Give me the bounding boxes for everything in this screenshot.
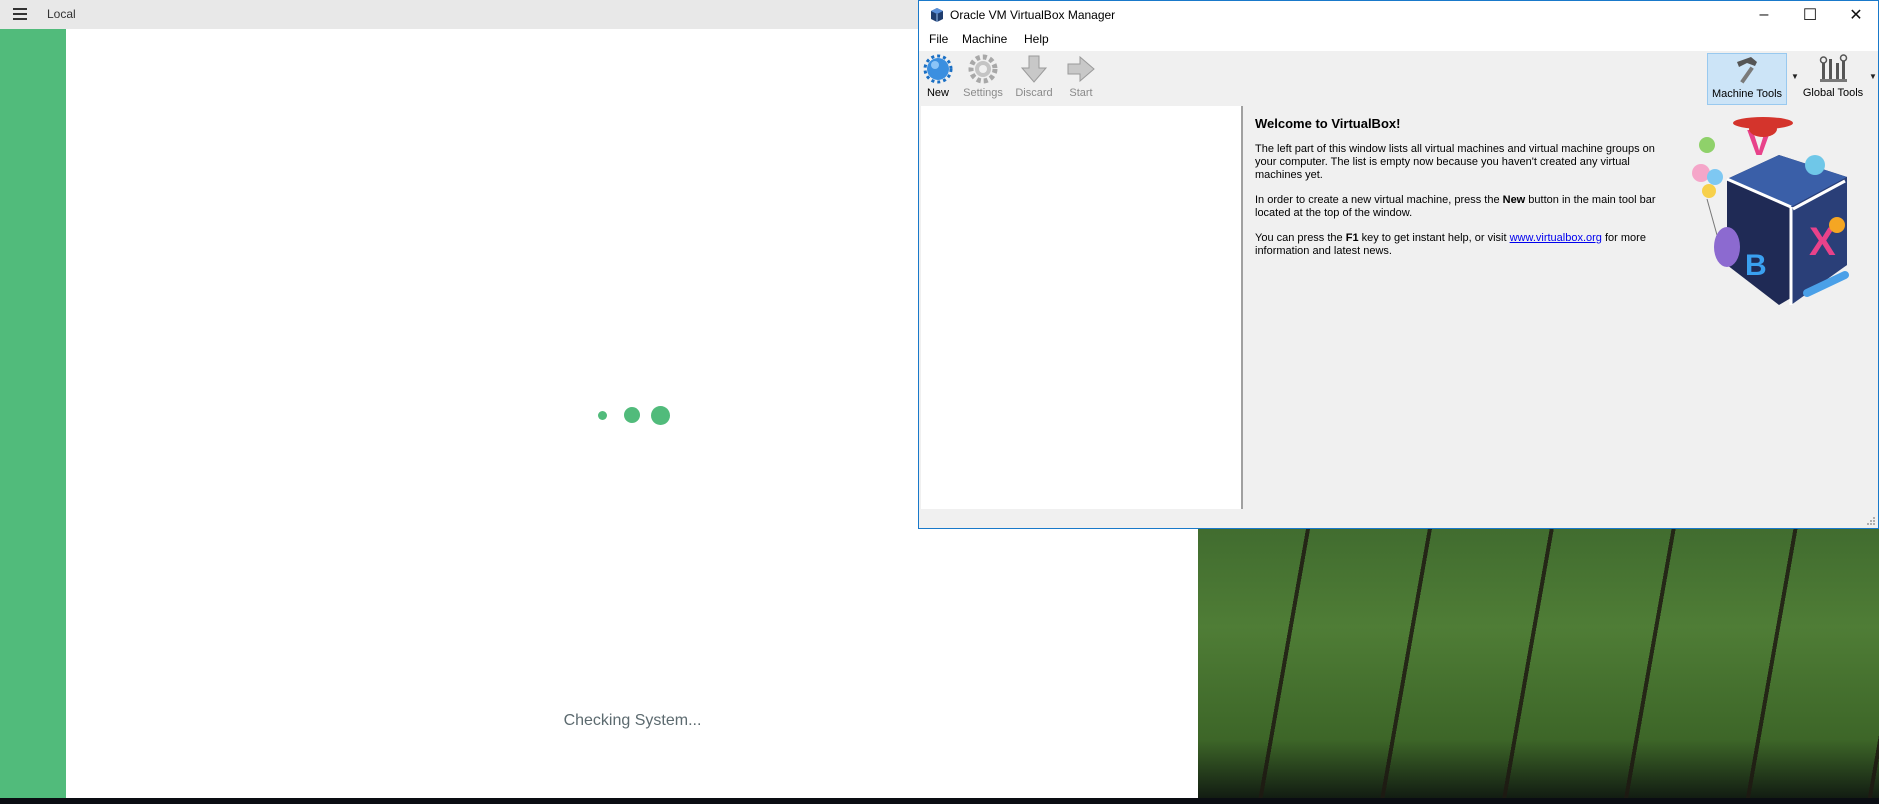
loader-dot-medium xyxy=(624,407,640,423)
welcome-p3-text-a: You can press the xyxy=(1255,232,1346,244)
welcome-p3-f1: F1 xyxy=(1345,232,1359,244)
local-status-text: Checking System... xyxy=(563,712,702,729)
vbox-toolbar: New Settings Discard Start Machine Tools… xyxy=(919,51,1878,106)
svg-text:B: B xyxy=(1745,249,1767,282)
machine-tools-label: Machine Tools xyxy=(1711,88,1783,100)
maximize-icon: ☐ xyxy=(1802,7,1818,24)
welcome-paragraph-1: The left part of this window lists all v… xyxy=(1255,143,1655,181)
vbox-titlebar[interactable]: Oracle VM VirtualBox Manager – ☐ ✕ xyxy=(919,1,1878,29)
settings-label: Settings xyxy=(963,87,1003,99)
new-vm-icon xyxy=(923,54,953,84)
machine-tools-button[interactable]: Machine Tools xyxy=(1707,53,1787,105)
new-button[interactable]: New xyxy=(921,53,955,105)
start-arrow-right-icon xyxy=(1067,55,1095,83)
welcome-title: Welcome to VirtualBox! xyxy=(1255,116,1401,131)
welcome-p2-new: New xyxy=(1502,194,1526,206)
close-button[interactable]: ✕ xyxy=(1833,1,1879,29)
welcome-paragraph-3: You can press the F1 key to get instant … xyxy=(1255,232,1665,258)
welcome-paragraph-2: In order to create a new virtual machine… xyxy=(1255,194,1665,220)
menu-machine[interactable]: Machine xyxy=(962,32,1007,46)
hamburger-menu-icon[interactable] xyxy=(13,8,27,20)
settings-button[interactable]: Settings xyxy=(961,53,1005,105)
global-tools-label: Global Tools xyxy=(1802,87,1864,99)
discard-button[interactable]: Discard xyxy=(1012,53,1056,105)
hammer-icon xyxy=(1737,57,1757,84)
virtualbox-website-link[interactable]: www.virtualbox.org xyxy=(1510,232,1602,244)
discard-label: Discard xyxy=(1015,87,1053,99)
maximize-button[interactable]: ☐ xyxy=(1787,1,1833,29)
close-icon: ✕ xyxy=(1849,7,1863,24)
resize-grip-icon[interactable] xyxy=(1866,516,1876,526)
virtualbox-window: Oracle VM VirtualBox Manager – ☐ ✕ File … xyxy=(918,0,1879,529)
local-app-title: Local xyxy=(47,7,76,21)
discard-arrow-down-icon xyxy=(1020,55,1048,83)
local-sidebar xyxy=(0,29,66,798)
virtualbox-app-icon xyxy=(931,8,943,22)
loader-dot-small xyxy=(598,411,607,420)
welcome-p3-text-c: key to get instant help, or visit xyxy=(1358,232,1510,244)
vbox-window-title: Oracle VM VirtualBox Manager xyxy=(950,8,1116,22)
settings-gear-icon xyxy=(968,54,998,84)
welcome-p2-text-a: In order to create a new virtual machine… xyxy=(1255,194,1503,206)
start-button[interactable]: Start xyxy=(1061,53,1101,105)
loader-dot-large xyxy=(651,406,670,425)
menu-help[interactable]: Help xyxy=(1024,32,1049,46)
minimize-button[interactable]: – xyxy=(1741,1,1787,29)
global-tools-dropdown-icon[interactable]: ▼ xyxy=(1869,72,1877,81)
global-tools-icon xyxy=(1819,54,1848,82)
vm-list-pane[interactable] xyxy=(921,106,1243,509)
new-label: New xyxy=(926,87,949,99)
loading-spinner xyxy=(596,405,676,425)
welcome-pane: Welcome to VirtualBox! The left part of … xyxy=(1243,106,1876,509)
menu-file[interactable]: File xyxy=(929,32,948,46)
virtualbox-mascot-image: V X B xyxy=(1692,117,1849,305)
minimize-icon: – xyxy=(1759,6,1769,23)
start-label: Start xyxy=(1069,87,1093,99)
taskbar-edge xyxy=(0,798,1879,804)
vbox-statusbar xyxy=(919,509,1878,528)
global-tools-button[interactable]: Global Tools xyxy=(1801,53,1865,105)
vbox-menubar: File Machine Help xyxy=(919,29,1878,51)
machine-tools-dropdown-icon[interactable]: ▼ xyxy=(1791,72,1799,81)
